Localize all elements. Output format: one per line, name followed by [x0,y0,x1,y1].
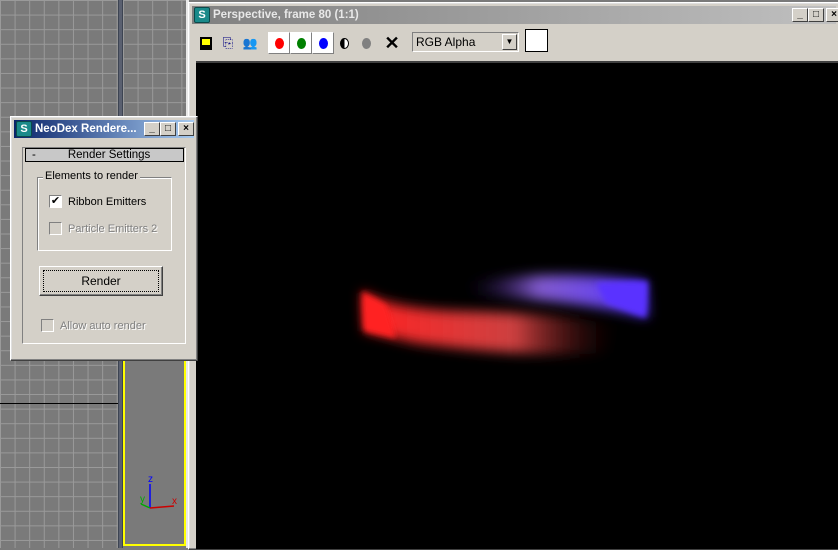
rendered-frame-window: S Perspective, frame 80 (1:1) _ □ × ⎘ 👥 … [188,2,838,550]
channel-select[interactable]: RGB Alpha ▼ [412,32,519,52]
green-channel-button[interactable] [290,32,312,54]
monochrome-icon[interactable] [337,34,351,52]
checkbox-box [41,319,54,332]
dialog-title: NeoDex Rendere... [35,123,137,135]
axis-x-label: x [172,496,177,507]
save-icon[interactable] [199,34,213,52]
particle-emitters-checkbox: Particle Emitters 2 [49,222,157,235]
ribbon-emitters-label: Ribbon Emitters [68,195,147,208]
particle-emitters-label: Particle Emitters 2 [68,222,158,235]
viewport-active-perspective[interactable] [123,360,186,546]
render-button-label: Render [43,270,159,292]
axis-line [0,403,118,404]
checkbox-box [49,222,62,235]
rollout-header[interactable]: - Render Settings [25,148,184,162]
app-icon: S [16,121,32,137]
render-button[interactable]: Render [39,266,163,296]
close-button[interactable]: × [826,8,838,22]
render-canvas [196,61,838,549]
dialog-title-bar[interactable]: S NeoDex Rendere... _ □ × [14,120,194,138]
chevron-down-icon[interactable]: ▼ [502,34,517,50]
allow-auto-render-label: Allow auto render [60,319,146,332]
clear-icon[interactable]: ✕ [384,33,400,53]
axis-y-label: y [140,494,145,505]
app-icon: S [194,7,210,23]
channel-select-value: RGB Alpha [416,35,476,49]
frame-title: Perspective, frame 80 (1:1) [213,9,359,21]
maximize-button[interactable]: □ [808,8,824,22]
maximize-button[interactable]: □ [160,122,176,136]
color-swatch[interactable] [525,29,548,52]
check-icon: ✔ [49,195,62,208]
alpha-dot-icon[interactable] [359,34,373,52]
red-channel-button[interactable] [268,32,290,54]
axis-z-label: z [148,474,153,485]
minimize-button[interactable]: _ [144,122,160,136]
rollout-title: Render Settings [67,149,151,161]
axis-tripod: z x y [138,474,186,518]
rendered-ribbons [362,274,648,355]
frame-title-bar[interactable]: S Perspective, frame 80 (1:1) _ □ × [192,6,838,24]
close-button[interactable]: × [178,122,194,136]
group-title: Elements to render [43,170,140,182]
elements-group [37,177,172,251]
allow-auto-render-checkbox: Allow auto render [41,319,146,332]
ribbon-emitters-checkbox[interactable]: ✔ Ribbon Emitters [49,195,146,208]
blue-channel-button[interactable] [312,32,334,54]
minimize-button[interactable]: _ [792,8,808,22]
people-icon[interactable]: 👥 [241,34,259,52]
rollout-toggle: - [32,149,36,161]
neodex-render-dialog: S NeoDex Rendere... _ □ × - Render Setti… [10,116,198,361]
copy-icon[interactable]: ⎘ [220,34,236,52]
